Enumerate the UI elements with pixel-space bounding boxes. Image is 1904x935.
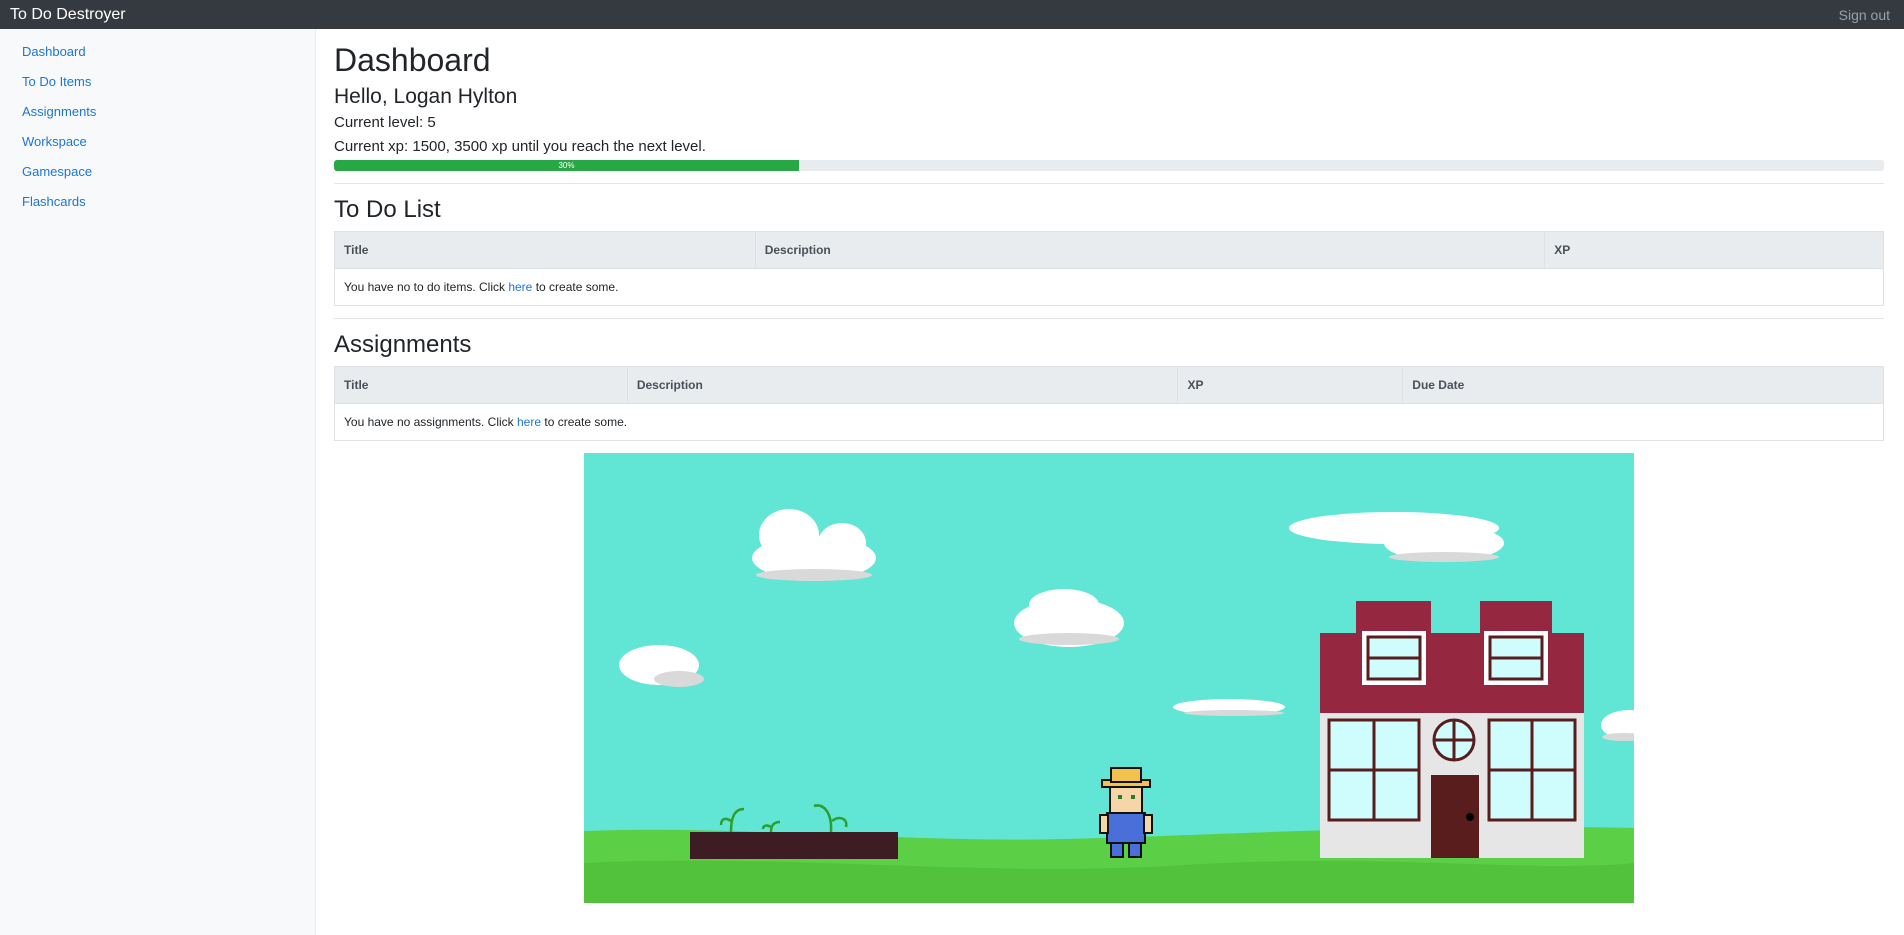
assignments-table: Title Description XP Due Date You have n… [334,366,1884,442]
sidebar-link-flashcards[interactable]: Flashcards [22,194,86,209]
top-navbar: To Do Destroyer Sign out [0,0,1904,29]
assignments-empty-message: You have no assignments. Click here to c… [334,403,1884,442]
create-assignment-link[interactable]: here [517,415,541,429]
sidebar-link-gamespace[interactable]: Gamespace [22,164,92,179]
xp-progress-fill: 30% [334,160,799,172]
game-canvas[interactable] [584,453,1657,904]
todo-col-description: Description [754,231,1546,270]
current-xp: Current xp: 1500, 3500 xp until you reac… [334,138,706,156]
todo-col-title: Title [334,231,756,270]
assignments-table-header: Title Description XP Due Date [334,366,1884,405]
todo-table-header: Title Description XP [334,231,1884,270]
todo-empty-text-end: to create some. [532,280,619,295]
cloud [1173,699,1285,717]
xp-progress-bar: 30% [334,160,1884,172]
assignments-col-xp: XP [1177,366,1404,405]
sidebar-item-to-do-items: To Do Items [0,66,316,96]
divider [334,183,1884,185]
assignments-col-due-date: Due Date [1402,366,1884,405]
farmer-character[interactable] [1099,767,1153,859]
todo-table: Title Description XP You have no to do i… [334,231,1884,307]
sidebar-item-flashcards: Flashcards [0,186,316,216]
assignments-col-title: Title [334,366,628,405]
assignments-heading: Assignments [334,331,472,359]
garden-plot[interactable] [690,832,898,860]
page-title: Dashboard [334,42,491,78]
sidebar-item-assignments: Assignments [0,96,316,126]
assignments-col-description: Description [626,366,1179,405]
create-todo-link[interactable]: here [508,280,532,294]
sidebar-link-workspace[interactable]: Workspace [22,134,87,149]
house[interactable] [1320,601,1584,859]
assignments-empty-text: You have no assignments. Click [344,415,517,430]
sidebar-item-workspace: Workspace [0,126,316,156]
sign-out-link[interactable]: Sign out [1839,7,1904,23]
greeting: Hello, Logan Hylton [334,85,518,109]
sidebar: Dashboard To Do Items Assignments Worksp… [0,29,316,935]
main-content: Dashboard Hello, Logan Hylton Current le… [334,29,1884,908]
assignments-empty-text-end: to create some. [541,415,628,430]
table-row: You have no to do items. Click here to c… [334,268,1884,307]
table-row: You have no assignments. Click here to c… [334,403,1884,442]
todo-empty-text: You have no to do items. Click [344,280,509,295]
sidebar-item-gamespace: Gamespace [0,156,316,186]
sidebar-link-dashboard[interactable]: Dashboard [22,44,86,59]
app-title[interactable]: To Do Destroyer [0,6,126,24]
current-level: Current level: 5 [334,114,436,132]
sidebar-link-to-do-items[interactable]: To Do Items [22,74,91,89]
todo-col-xp: XP [1544,231,1884,270]
sidebar-link-assignments[interactable]: Assignments [22,104,96,119]
sidebar-item-dashboard: Dashboard [0,36,316,66]
sidebar-nav: Dashboard To Do Items Assignments Worksp… [0,29,316,216]
divider [334,318,1884,320]
todo-empty-message: You have no to do items. Click here to c… [334,268,1884,307]
todo-list-heading: To Do List [334,196,441,224]
